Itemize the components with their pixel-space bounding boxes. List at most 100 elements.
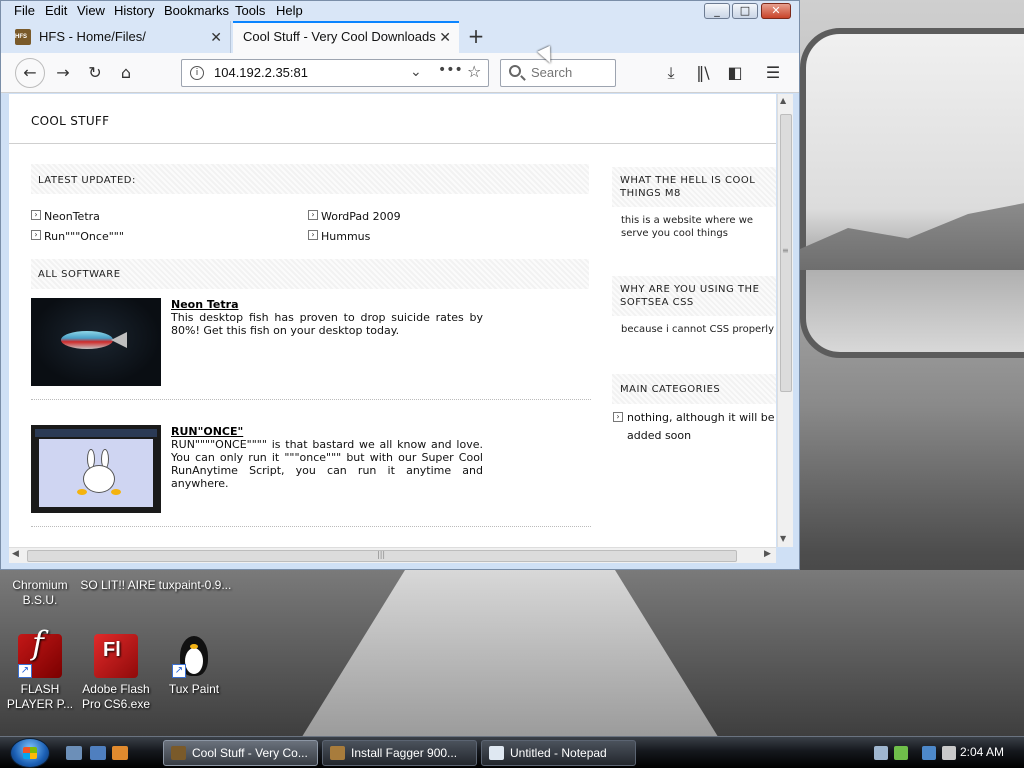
neon-tetra-thumbnail[interactable] (31, 298, 161, 386)
menu-history[interactable]: History (114, 3, 154, 18)
menu-icon[interactable]: ☰ (763, 63, 783, 83)
menu-file[interactable]: File (14, 3, 35, 18)
desktop-icon-label: Tux Paint (168, 682, 220, 696)
clock[interactable]: 2:04 AM (960, 745, 1004, 759)
scroll-down-icon[interactable]: ▼ (780, 534, 786, 543)
taskbar-button-notepad[interactable]: Untitled - Notepad (481, 740, 636, 766)
reload-icon: ↻ (88, 63, 102, 82)
desktop-icon-label: SO LIT!! AIRE (80, 578, 156, 592)
page-actions-icon[interactable]: ••• (438, 62, 463, 78)
desktop-icon-flash-player[interactable]: ↗ FLASH PLAYER P... (0, 634, 80, 712)
minimize-button[interactable]: _ (704, 3, 730, 19)
shortcut-arrow-icon: ↗ (172, 664, 186, 678)
navigation-toolbar: ← → ↻ ⌂ i 104.192.2.35:81 ⌄ ••• ☆ ⤓ ‖\ ◧… (1, 53, 799, 93)
software-name-link[interactable]: Neon Tetra (171, 298, 239, 311)
scroll-up-icon[interactable]: ▲ (780, 96, 786, 105)
tab-close-icon[interactable]: ✕ (439, 23, 451, 51)
site-title: COOL STUFF (31, 114, 110, 128)
desktop-icon-tux-paint[interactable]: ↗ Tux Paint (154, 634, 234, 697)
scroll-grip-icon: ||| (377, 550, 386, 559)
switch-windows-icon[interactable] (90, 746, 106, 760)
taskbar-label: Install Fagger 900... (351, 746, 458, 760)
tab-close-icon[interactable]: ✕ (210, 21, 222, 53)
back-icon: ← (23, 63, 37, 82)
tab-hfs-home[interactable]: HFS - Home/Files/ ✕ (1, 21, 231, 53)
home-button[interactable]: ⌂ (114, 61, 138, 85)
tab-strip: HFS - Home/Files/ ✕ Cool Stuff - Very Co… (1, 21, 799, 53)
site-header: COOL STUFF (9, 94, 776, 144)
back-button[interactable]: ← (15, 58, 45, 88)
forward-icon: → (56, 63, 70, 82)
new-tab-button[interactable]: + (467, 21, 485, 53)
scroll-left-icon[interactable]: ◀ (12, 549, 19, 559)
sidebar-heading: MAIN CATEGORIES (620, 384, 721, 395)
search-box[interactable] (500, 59, 616, 87)
taskbar-label: Untitled - Notepad (510, 746, 607, 760)
start-button[interactable] (10, 738, 50, 768)
sidebar-icon[interactable]: ◧ (725, 63, 745, 83)
software-description: RUN""""ONCE"""" is that bastard we all k… (171, 438, 483, 490)
vertical-scrollbar[interactable]: ▲ ≡ ▼ (777, 94, 793, 547)
menu-view[interactable]: View (77, 3, 105, 18)
url-bar[interactable]: i 104.192.2.35:81 ⌄ ••• ☆ (181, 59, 489, 87)
latest-item[interactable]: Run"""Once""" (31, 230, 124, 243)
scroll-right-icon[interactable]: ▶ (764, 549, 771, 559)
volume-icon[interactable] (942, 746, 956, 760)
search-input[interactable] (531, 65, 611, 80)
flash-pro-icon (94, 634, 138, 678)
latest-updated-heading: LATEST UPDATED: (38, 175, 136, 186)
bookmark-star-icon[interactable]: ☆ (467, 62, 481, 81)
menu-help[interactable]: Help (276, 3, 303, 18)
installer-icon (330, 746, 345, 760)
software-name-link[interactable]: RUN"ONCE" (171, 425, 243, 438)
hfs-favicon-icon (15, 29, 31, 45)
site-info-icon[interactable]: i (190, 66, 204, 80)
software-entry-neon-tetra: Neon Tetra This desktop fish has proven … (31, 298, 591, 400)
scroll-grip-icon: ≡ (782, 246, 789, 255)
reload-button[interactable]: ↻ (83, 61, 107, 85)
latest-item[interactable]: Hummus (308, 230, 370, 243)
desktop-icon-flash-pro[interactable]: Adobe Flash Pro CS6.exe (76, 634, 156, 712)
forward-button[interactable]: → (51, 61, 75, 85)
software-entry-run-once: RUN"ONCE" RUN""""ONCE"""" is that bastar… (31, 425, 591, 527)
desktop-icon-label: Adobe Flash Pro CS6.exe (81, 682, 151, 711)
maximize-button[interactable]: □ (732, 3, 758, 19)
url-text[interactable]: 104.192.2.35:81 (214, 65, 308, 80)
home-icon: ⌂ (120, 63, 132, 82)
quick-launch-folder-icon[interactable] (112, 746, 128, 760)
run-once-thumbnail[interactable] (31, 425, 161, 513)
latest-item[interactable]: NeonTetra (31, 210, 100, 223)
menu-bookmarks[interactable]: Bookmarks (164, 3, 229, 18)
sidebar-heading: WHY ARE YOU USING THE SOFTSEA CSS (620, 284, 760, 308)
desktop-icon-chromium-bsu[interactable]: Chromium B.S.U. (0, 578, 80, 608)
desktop-icon-so-lit-aire[interactable]: SO LIT!! AIRE (78, 578, 158, 593)
sidebar-text: because i cannot CSS properly (621, 324, 775, 335)
menu-bar: File Edit View History Bookmarks Tools H… (1, 1, 799, 21)
sidebar-text: this is a website where we serve you coo… (621, 215, 754, 239)
category-item[interactable]: nothing, although it will be added soon (613, 409, 776, 445)
tux-paint-icon: ↗ (172, 634, 216, 678)
browser-window: File Edit View History Bookmarks Tools H… (0, 0, 800, 570)
menu-tools[interactable]: Tools (235, 3, 265, 18)
shortcut-arrow-icon: ↗ (18, 664, 32, 678)
tray-security-icon[interactable] (894, 746, 908, 760)
tab-cool-stuff[interactable]: Cool Stuff - Very Cool Downloads ✕ (233, 21, 459, 53)
menu-edit[interactable]: Edit (45, 3, 67, 18)
close-window-button[interactable]: ✕ (761, 3, 791, 19)
desktop-icon-label: tuxpaint-0.9... (158, 578, 232, 592)
show-desktop-icon[interactable] (66, 746, 82, 760)
tab-label: HFS - Home/Files/ (39, 29, 146, 44)
taskbar-button-browser[interactable]: Cool Stuff - Very Co... (163, 740, 318, 766)
desktop-icon-label: FLASH PLAYER P... (6, 682, 74, 711)
tray-app-icon[interactable] (874, 746, 888, 760)
latest-item[interactable]: WordPad 2009 (308, 210, 401, 223)
library-icon[interactable]: ‖\ (693, 63, 713, 83)
network-icon[interactable] (922, 746, 936, 760)
sidebar-heading: WHAT THE HELL IS COOL THINGS M8 (620, 175, 756, 199)
desktop-icon-tuxpaint-installer[interactable]: tuxpaint-0.9... (155, 578, 235, 593)
horizontal-scrollbar[interactable]: ◀ ||| ▶ (9, 547, 776, 563)
chevron-down-icon[interactable]: ⌄ (410, 64, 422, 80)
maximize-icon: □ (739, 4, 751, 17)
download-icon[interactable]: ⤓ (661, 63, 681, 83)
taskbar-button-installer[interactable]: Install Fagger 900... (322, 740, 477, 766)
